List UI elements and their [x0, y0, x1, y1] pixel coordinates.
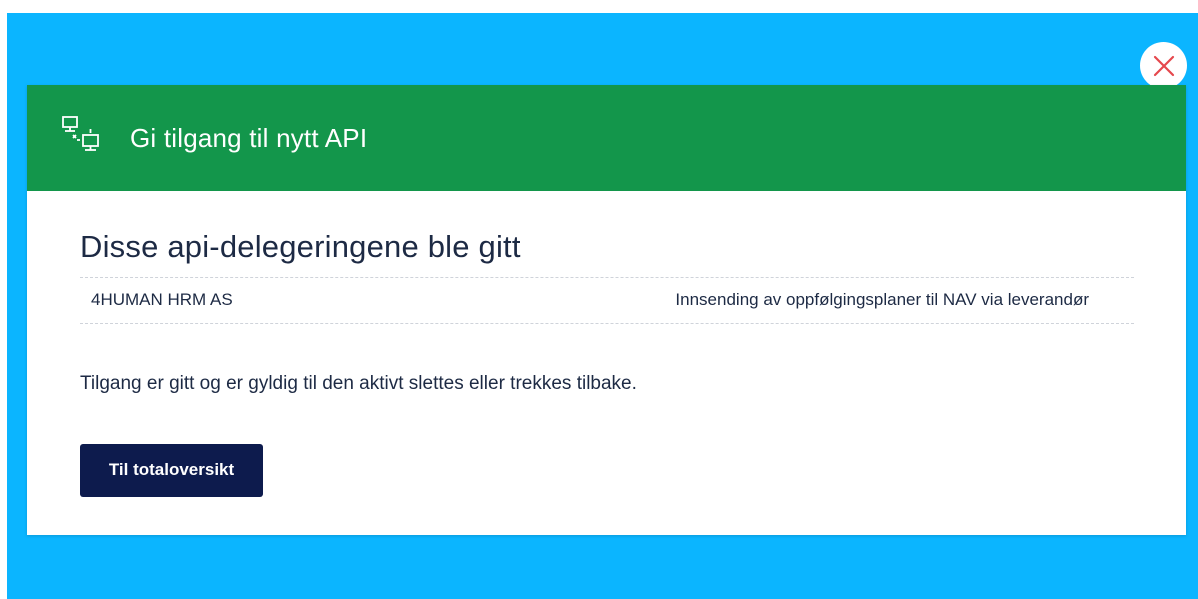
modal-body: Disse api-delegeringene ble gitt 4HUMAN …	[27, 191, 1186, 497]
modal-title: Gi tilgang til nytt API	[130, 122, 368, 153]
close-button[interactable]	[1140, 42, 1187, 89]
delegation-api-name: Innsending av oppfølgingsplaner til NAV …	[675, 290, 1089, 310]
access-info-text: Tilgang er gitt og er gyldig til den akt…	[80, 372, 637, 394]
to-overview-button[interactable]: Til totaloversikt	[80, 443, 263, 497]
api-delegation-modal: Gi tilgang til nytt API Disse api-delege…	[27, 85, 1186, 535]
close-icon	[1153, 55, 1174, 76]
delegation-organization: 4HUMAN HRM AS	[91, 290, 233, 310]
modal-header: Gi tilgang til nytt API	[27, 85, 1186, 191]
delegation-row: 4HUMAN HRM AS Innsending av oppfølgingsp…	[80, 278, 1134, 323]
network-computers-icon	[62, 116, 99, 151]
delegations-heading: Disse api-delegeringene ble gitt	[80, 229, 521, 264]
delegation-list: 4HUMAN HRM AS Innsending av oppfølgingsp…	[80, 276, 1134, 324]
